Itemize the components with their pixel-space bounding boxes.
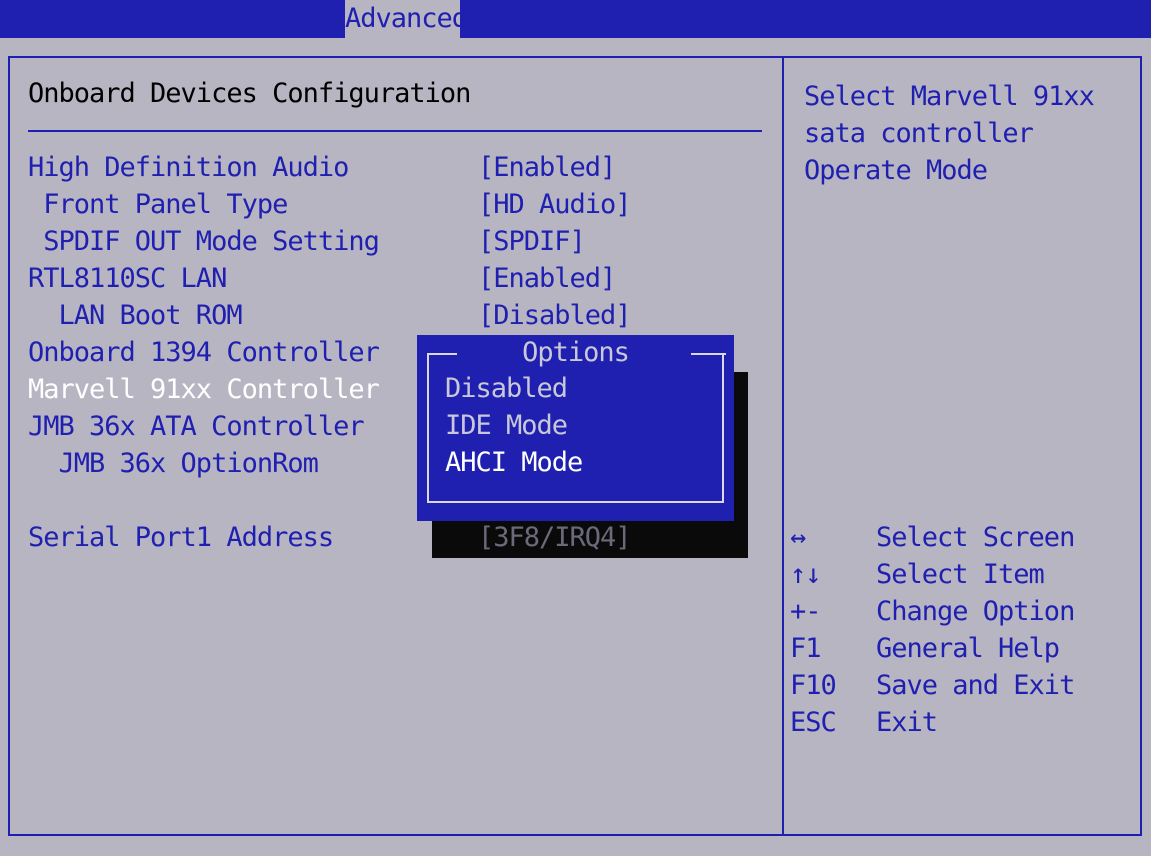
option-ahci-mode[interactable]: AHCI Mode xyxy=(445,447,583,478)
arrows-left-right-icon: ↔ xyxy=(790,522,806,553)
help-line: Select Marvell 91xx xyxy=(804,81,1095,112)
key-description: Exit xyxy=(876,707,938,738)
help-panel: Select Marvell 91xx sata controller Oper… xyxy=(804,78,1124,189)
setting-label: High Definition Audio xyxy=(28,152,349,183)
key-description: Select Item xyxy=(876,559,1045,590)
popup-title: Options xyxy=(522,337,630,368)
setting-value-serial-port1: [3F8/IRQ4] xyxy=(478,522,632,553)
setting-label: JMB 36x ATA Controller xyxy=(28,411,365,442)
key-description: General Help xyxy=(876,633,1060,664)
key-label: F1 xyxy=(790,633,822,664)
panel-divider xyxy=(782,56,784,836)
setting-label: LAN Boot ROM xyxy=(28,300,243,331)
tab-advanced[interactable]: Advanced xyxy=(345,0,468,38)
key-label: F10 xyxy=(790,670,837,701)
key-description: Select Screen xyxy=(876,522,1075,553)
setting-value[interactable]: [Enabled] xyxy=(478,152,616,183)
help-line: sata controller xyxy=(804,118,1034,149)
setting-label: RTL8110SC LAN xyxy=(28,263,227,294)
bios-screen: Advanced Onboard Devices Configuration H… xyxy=(0,0,1151,856)
setting-label: Front Panel Type xyxy=(28,189,288,220)
key-label: +- xyxy=(790,596,822,627)
page-title: Onboard Devices Configuration xyxy=(28,78,471,109)
setting-value[interactable]: [Disabled] xyxy=(478,300,632,331)
setting-label: SPDIF OUT Mode Setting xyxy=(28,226,380,257)
options-popup[interactable]: Options Disabled IDE Mode AHCI Mode xyxy=(417,335,734,521)
option-ide-mode[interactable]: IDE Mode xyxy=(445,410,568,441)
key-label: ESC xyxy=(790,707,837,738)
setting-value[interactable]: [SPDIF] xyxy=(478,226,586,257)
key-description: Save and Exit xyxy=(876,670,1075,701)
setting-row-serial-port1[interactable]: Serial Port1 Address xyxy=(28,522,428,615)
option-disabled[interactable]: Disabled xyxy=(445,373,568,404)
setting-value[interactable]: [HD Audio] xyxy=(478,189,632,220)
arrows-up-down-icon: ↑↓ xyxy=(790,559,822,590)
key-description: Change Option xyxy=(876,596,1075,627)
title-underline xyxy=(28,130,762,132)
setting-label: Serial Port1 Address xyxy=(28,522,334,553)
help-line: Operate Mode xyxy=(804,155,988,186)
top-menu-bar: Advanced xyxy=(0,0,1151,38)
setting-label: Marvell 91xx Controller xyxy=(28,374,380,405)
setting-label: JMB 36x OptionRom xyxy=(28,448,319,479)
setting-label: Onboard 1394 Controller xyxy=(28,337,380,368)
setting-value[interactable]: [Enabled] xyxy=(478,263,616,294)
